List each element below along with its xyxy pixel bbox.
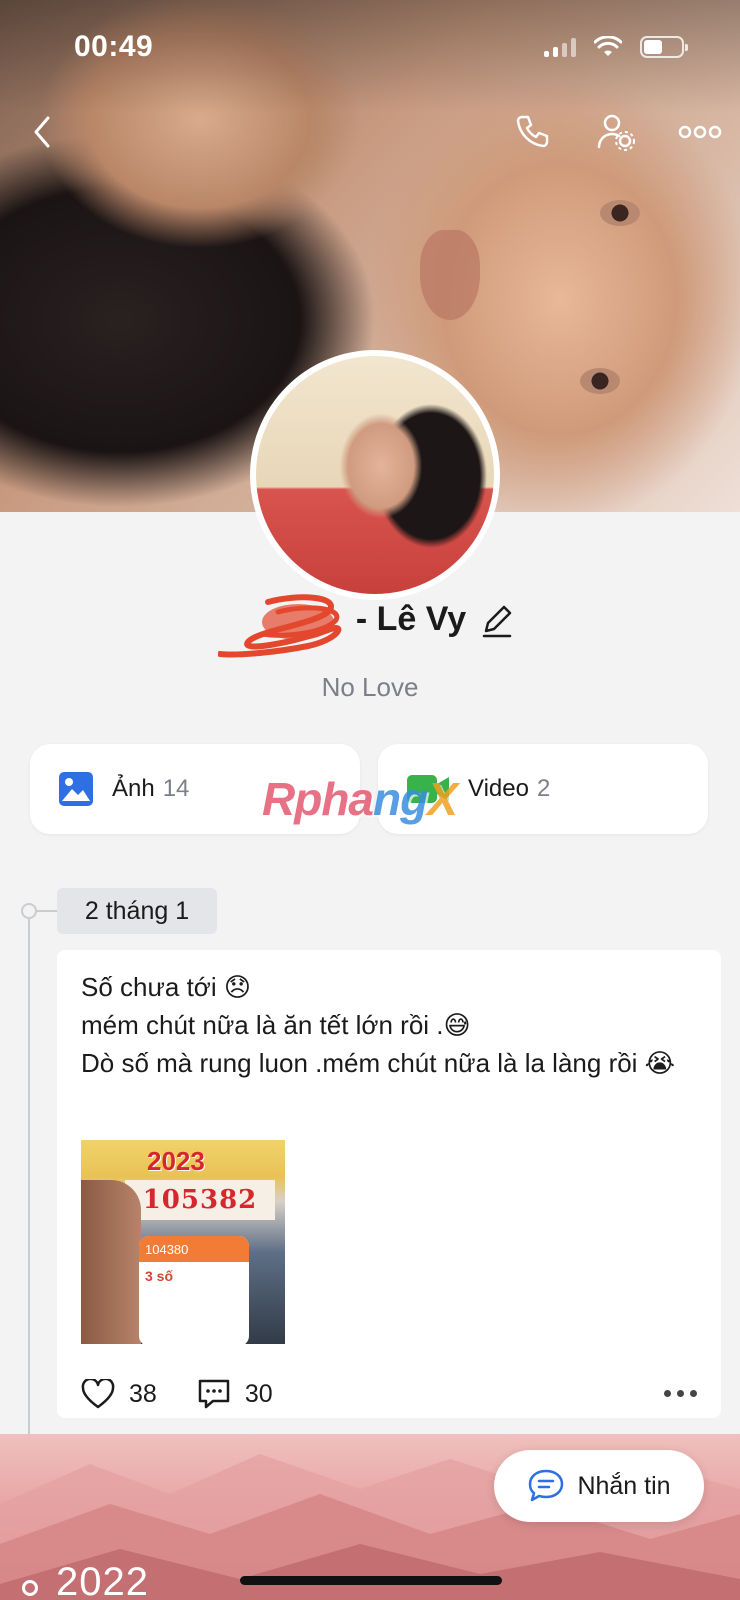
profile-settings-button[interactable] <box>592 108 640 156</box>
post-text: Số chưa tới 😞 mém chút nữa là ăn tết lớn… <box>81 972 676 1078</box>
post-date-chip: 2 tháng 1 <box>57 888 217 934</box>
phone-icon <box>516 115 549 148</box>
post-more-button[interactable] <box>664 1390 697 1397</box>
wifi-icon <box>594 36 622 56</box>
call-button[interactable] <box>508 108 556 156</box>
profile-name-row: - Lê Vy <box>0 600 740 639</box>
timeline-post[interactable]: Số chưa tới 😞 mém chút nữa là ăn tết lớn… <box>57 950 721 1418</box>
comment-count: 30 <box>244 1379 273 1408</box>
profile-bio: No Love <box>321 672 419 702</box>
post-actions: 38 30 <box>81 1378 313 1410</box>
post-image[interactable]: 2023 105382 104380 3 số <box>81 1140 285 1344</box>
image-year-text: 2023 <box>147 1146 205 1176</box>
lottery-ticket: 105382 <box>125 1180 275 1220</box>
timeline-tick <box>37 910 57 912</box>
status-time: 00:49 <box>74 30 154 63</box>
year-label: 2022 <box>56 1560 149 1600</box>
message-button[interactable]: Nhắn tin <box>494 1450 704 1522</box>
videos-count: 2 <box>536 775 551 802</box>
watermark-logo: RphangX <box>262 773 458 825</box>
like-button[interactable]: 38 <box>81 1379 157 1409</box>
photos-label: Ảnh <box>112 775 155 802</box>
heart-icon <box>81 1379 115 1409</box>
back-arrow-icon <box>34 116 50 148</box>
comment-button[interactable]: 30 <box>197 1378 273 1410</box>
photo-icon <box>59 772 93 806</box>
status-icons <box>544 36 688 58</box>
timeline-dot <box>21 903 37 919</box>
edit-name-icon[interactable] <box>480 601 514 639</box>
like-count: 38 <box>129 1379 157 1408</box>
signal-icon <box>544 37 576 57</box>
message-button-label: Nhắn tin <box>577 1471 671 1500</box>
photos-count: 14 <box>162 775 190 802</box>
videos-label: Video <box>468 775 529 802</box>
hand-shape <box>81 1180 141 1344</box>
more-options-button[interactable] <box>676 108 724 156</box>
user-settings-icon <box>597 114 635 151</box>
phone-screen: 104380 3 số <box>139 1236 249 1344</box>
battery-icon <box>640 36 688 58</box>
home-indicator[interactable] <box>240 1576 502 1585</box>
more-icon <box>678 125 722 139</box>
timeline-year-dot <box>22 1580 38 1596</box>
comment-icon <box>198 1379 230 1409</box>
avatar[interactable] <box>250 350 500 600</box>
back-button[interactable] <box>18 108 66 156</box>
redaction-scribble <box>218 594 342 658</box>
chat-bubble-icon <box>529 1469 564 1502</box>
